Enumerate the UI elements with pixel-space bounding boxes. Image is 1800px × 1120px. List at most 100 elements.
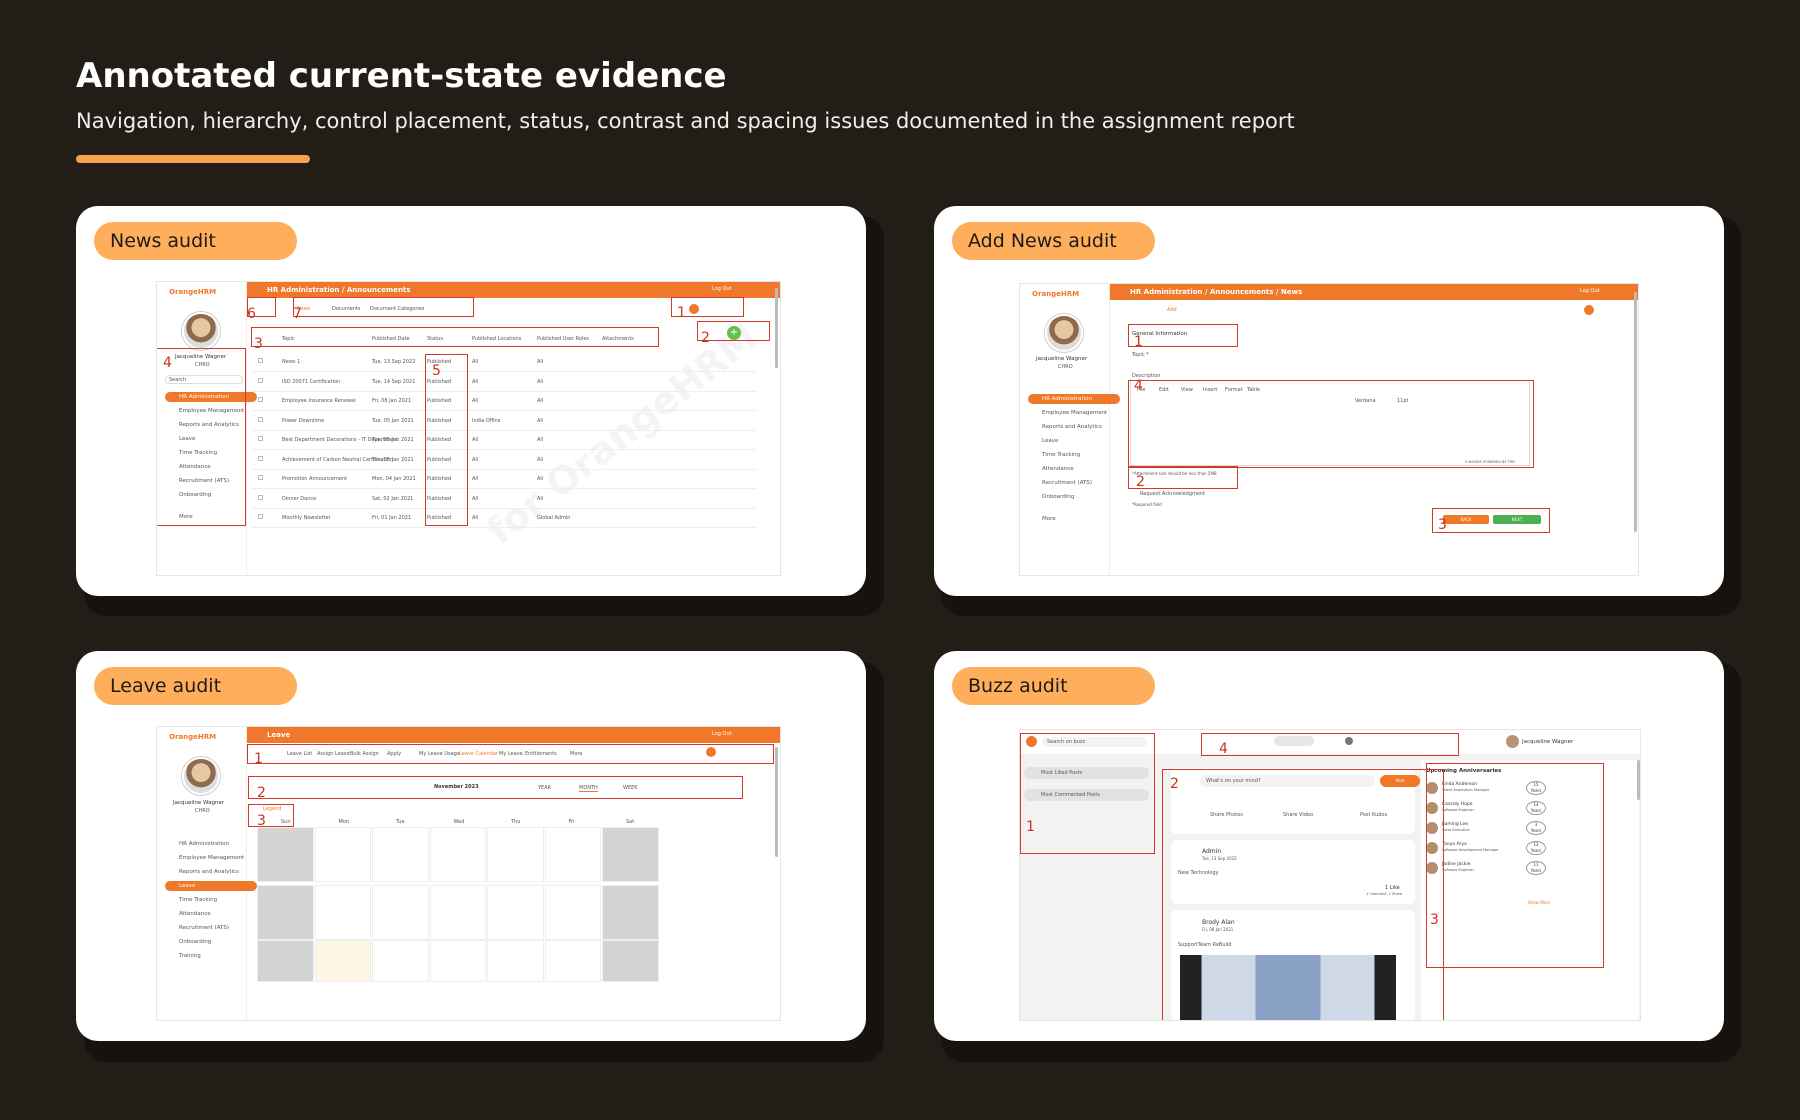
topic-label: Topic * [1132,352,1149,358]
calendar-day-cell[interactable] [544,827,601,882]
calendar-day-cell[interactable] [314,940,371,982]
table-row-checkbox[interactable] [258,397,263,402]
annotation-box [1426,763,1604,968]
nav-item[interactable]: Recruitment (ATS) [165,923,257,933]
logout-button[interactable]: Log Out [1580,288,1600,294]
table-cell: Fri, 08 Jan 2021 [372,398,412,404]
calendar-day-cell[interactable] [487,827,544,882]
calendar-day-cell[interactable] [257,885,314,940]
calendar-day-cell[interactable] [372,885,429,940]
table-row-checkbox[interactable] [258,494,263,500]
table-row-checkbox[interactable] [258,358,263,363]
annotation-number: 4 [1134,378,1143,394]
nav-item[interactable]: Attendance [1028,464,1120,474]
annotation-number: 2 [257,785,266,801]
calendar-day-cell[interactable] [602,940,659,982]
annotation-number: 3 [1430,912,1439,928]
annotation-box [248,776,743,799]
user-name[interactable]: Jacqueline Wagner [1522,739,1573,745]
annotation-number: 1 [1026,819,1035,835]
nav-item[interactable]: Attendance [165,909,257,919]
user-avatar[interactable] [1506,735,1519,748]
brand-logo: OrangeHRM [1032,290,1080,298]
nav-item[interactable]: Reports and Analytics [1028,422,1120,432]
nav-item[interactable]: Employee Management [1028,408,1120,418]
table-cell: Tue, 05 Jan 2021 [372,456,414,463]
logout-button[interactable]: Log Out [712,731,732,737]
table-row-checkbox[interactable] [258,514,263,519]
weekday-label: Tue [396,819,405,825]
table-cell: All [472,456,479,463]
annotation-number: 2 [1136,474,1145,490]
nav-item[interactable]: Onboarding [165,937,257,947]
calendar-day-cell[interactable] [544,885,601,940]
calendar-day-cell[interactable] [487,940,544,982]
calendar-day-cell[interactable] [429,885,486,940]
table-row-checkbox[interactable] [258,416,263,422]
annotation-number: 1 [254,751,263,767]
calendar-day-cell[interactable] [602,885,659,940]
card-label: Add News audit [952,222,1155,260]
sidebar: OrangeHRM Jacqueline Wagner CHRO HR Admi… [1020,284,1120,575]
table-cell: All [537,378,544,385]
calendar-day-cell[interactable] [429,940,486,982]
calendar-day-cell[interactable] [257,940,314,982]
weekday-label: Mon [338,819,350,825]
calendar-day-cell[interactable] [487,885,544,940]
annotation-box [1128,380,1534,468]
nav-item[interactable]: More [1028,514,1120,524]
table-cell: All [537,456,544,463]
table-row-checkbox[interactable] [258,455,263,461]
weekday-label: Sat [626,819,635,825]
scrollbar[interactable] [775,747,778,857]
nav-item[interactable]: HR Administration [165,839,257,849]
table-cell: Tue, 05 Jan 2021 [372,417,414,424]
help-icon[interactable] [1584,305,1594,315]
table-cell: All [537,476,544,482]
calendar-day-cell[interactable] [257,827,314,882]
avatar [182,757,220,795]
calendar-day-cell[interactable] [372,827,429,882]
add-news-audit-card: Add News audit OrangeHRM Jacqueline Wagn… [934,206,1724,596]
weekday-label: Thu [511,819,521,825]
scrollbar[interactable] [1634,292,1637,532]
add-news-screenshot: OrangeHRM Jacqueline Wagner CHRO HR Admi… [1019,283,1639,576]
table-row-checkbox[interactable] [258,436,263,441]
nav-item[interactable]: Leave [1028,436,1120,446]
acknowledge-checkbox[interactable]: Request Acknowledgment [1132,491,1205,497]
table-cell: News 1 [282,359,301,365]
table-cell: All [472,476,479,482]
table-cell: All [472,437,479,443]
required-note: *Required field [1132,502,1162,507]
calendar-day-cell[interactable] [372,940,429,982]
scrollbar[interactable] [775,288,778,368]
calendar-day-cell[interactable] [544,940,601,982]
nav-item[interactable]: Reports and Analytics [165,867,257,877]
nav-item[interactable]: Leave [165,881,257,891]
nav-item[interactable]: Time Tracking [165,895,257,905]
calendar-day-cell[interactable] [429,827,486,882]
nav-item[interactable]: Onboarding [1028,492,1120,502]
annotation-number: 5 [432,363,441,379]
annotation-box [1432,508,1550,533]
leave-screenshot: OrangeHRM Jacqueline Wagner CHRO HR Admi… [156,726,781,1021]
nav-item[interactable]: Recruitment (ATS) [1028,478,1120,488]
watermark: for OrangeHRM [478,315,765,553]
user-role: CHRO [195,808,210,814]
table-cell: All [472,378,479,385]
table-row-checkbox[interactable] [258,475,263,480]
calendar-day-cell[interactable] [314,827,371,882]
calendar-day-cell[interactable] [314,885,371,940]
nav-item[interactable]: Training [165,951,257,961]
table-cell: Tue, 14 Sep 2021 [372,378,416,385]
nav-item[interactable]: Time Tracking [1028,450,1120,460]
tab-add[interactable]: Add [1167,307,1177,313]
scrollbar[interactable] [1637,760,1640,800]
nav-item[interactable]: HR Administration [1028,394,1120,404]
annotation-box [1128,324,1238,347]
logout-button[interactable]: Log Out [712,286,732,292]
table-row-checkbox[interactable] [258,377,263,383]
nav-item[interactable]: Employee Management [165,853,257,863]
table-row-divider [252,527,757,528]
calendar-day-cell[interactable] [602,827,659,882]
